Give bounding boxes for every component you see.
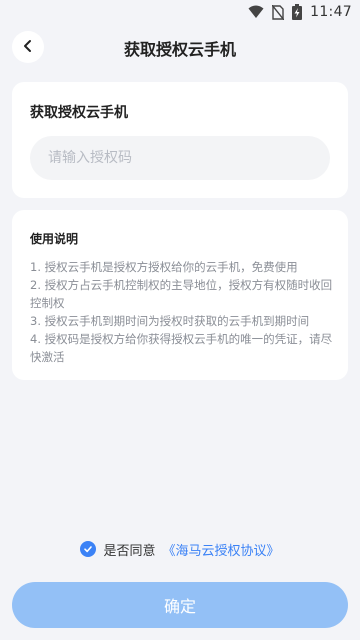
instruction-item: 2. 授权方占云手机控制权的主导地位，授权方有权随时收回控制权 [30, 278, 333, 310]
authorization-code-input[interactable] [30, 136, 330, 180]
battery-charging-icon [292, 4, 303, 20]
authorization-card: 获取授权云手机 [12, 82, 348, 198]
instructions-list: 1. 授权云手机是授权方授权给你的云手机，免费使用 2. 授权方占云手机控制权的… [30, 258, 336, 366]
checkbox-checked-icon[interactable] [80, 541, 97, 557]
wifi-icon [248, 5, 264, 19]
agreement-link[interactable]: 《海马云授权协议》 [163, 540, 280, 559]
instructions-card: 使用说明 1. 授权云手机是授权方授权给你的云手机，免费使用 2. 授权方占云手… [12, 210, 348, 380]
status-time: 11:47 [310, 4, 352, 20]
status-bar: 11:47 [0, 0, 360, 24]
agreement-label: 是否同意 [103, 543, 156, 559]
page-title: 获取授权云手机 [123, 40, 236, 59]
nav-bar: 获取授权云手机 [0, 28, 360, 68]
confirm-button[interactable]: 确定 [12, 582, 348, 628]
agreement-row: 是否同意 《海马云授权协议》 [0, 538, 360, 560]
instruction-item: 1. 授权云手机是授权方授权给你的云手机，免费使用 [30, 260, 298, 274]
instruction-item: 4. 授权码是授权方给你获得授权云手机的唯一的凭证，请尽快激活 [30, 332, 333, 364]
instructions-title: 使用说明 [30, 232, 79, 246]
card-title: 获取授权云手机 [30, 105, 128, 121]
no-sim-icon [272, 4, 285, 20]
instruction-item: 3. 授权云手机到期时间为授权时获取的云手机到期时间 [30, 314, 310, 328]
